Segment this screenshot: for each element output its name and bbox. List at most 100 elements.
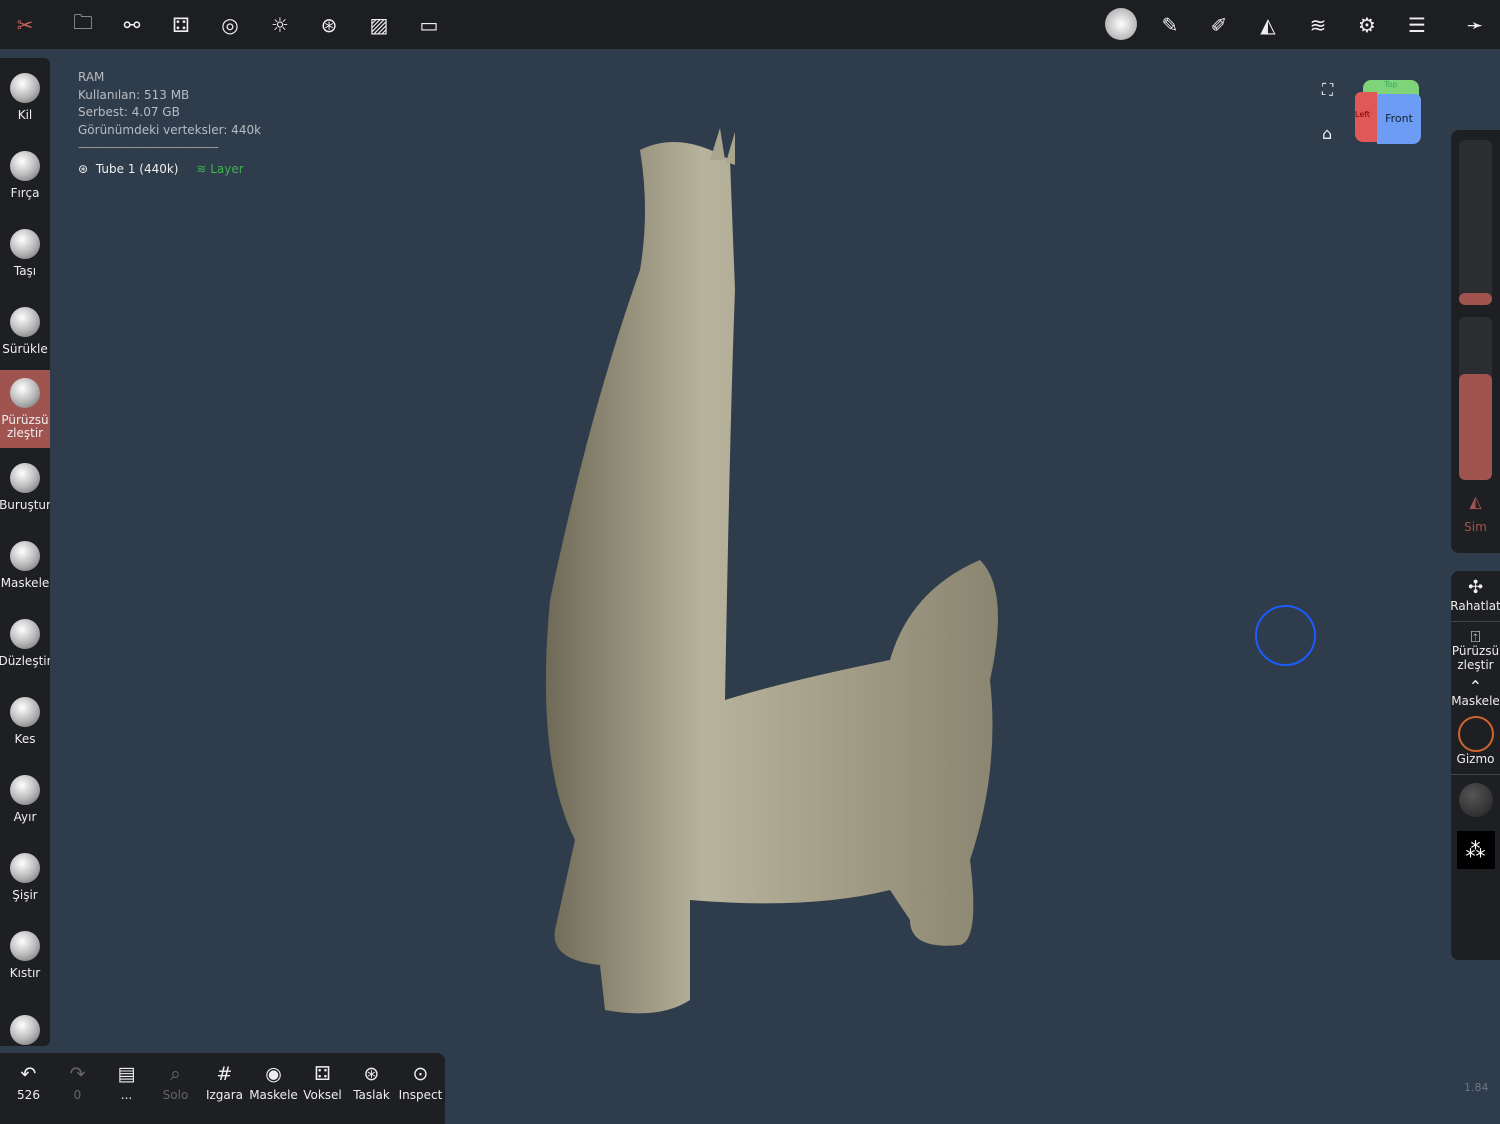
tool-label: Fırça xyxy=(10,185,40,200)
inspect-icon: ⊙ xyxy=(412,1063,429,1085)
topology-icon[interactable]: ◎ xyxy=(217,12,243,38)
object-icon: ⊛ xyxy=(78,161,89,176)
grid-button[interactable]: # Izgara xyxy=(200,1053,249,1124)
cube-front[interactable]: Front xyxy=(1377,94,1421,144)
inspect-button[interactable]: ⊙ Inspect xyxy=(396,1053,445,1124)
tool-3[interactable]: Sürükle xyxy=(0,292,50,370)
tool-5[interactable]: Buruştur xyxy=(0,448,50,526)
tool-label: Sürükle xyxy=(2,341,48,356)
tool-label: Maskele xyxy=(0,575,50,590)
sculpt-model[interactable] xyxy=(530,120,1020,1030)
brush-sliders-panel: ◭ Sim xyxy=(1451,130,1500,553)
separator: ----------------------------------------… xyxy=(78,140,219,154)
undo-button[interactable]: ↶ 526 xyxy=(4,1053,53,1124)
tool-label: Şişir xyxy=(12,887,38,902)
layer-icon: ≋ xyxy=(196,161,207,176)
paint-icon[interactable]: ✐ xyxy=(1206,12,1232,38)
mask-button[interactable]: ◉ Maskele xyxy=(249,1053,298,1124)
layer-label[interactable]: Layer xyxy=(210,162,243,176)
tool-9[interactable]: Ayır xyxy=(0,760,50,838)
tools-icon[interactable]: ✂ xyxy=(12,12,38,38)
tool-10[interactable]: Şişir xyxy=(0,838,50,916)
sketch-label: Taslak xyxy=(353,1088,390,1102)
folder-icon[interactable]: 🗀 xyxy=(70,10,96,38)
smooth-button[interactable]: ⍐ Pürüzsü zleştir xyxy=(1451,627,1500,673)
relax-button[interactable]: ✣ Rahatlat xyxy=(1450,577,1500,614)
share-icon[interactable]: ⚯ xyxy=(119,12,145,38)
sketch-button[interactable]: ⊛ Taslak xyxy=(347,1053,396,1124)
undo-icon: ↶ xyxy=(20,1063,37,1085)
stroke-icon[interactable]: ✎ xyxy=(1157,12,1183,38)
symmetry-icon[interactable]: ◭ xyxy=(1451,492,1500,511)
ram-label: RAM xyxy=(78,70,105,84)
brush-icon xyxy=(10,618,40,649)
tool-label: Taşı xyxy=(13,263,37,278)
brush-icon xyxy=(10,72,40,103)
fullscreen-icon[interactable]: ⛶ xyxy=(1322,80,1333,100)
mask-label: Maskele xyxy=(249,1088,298,1102)
voxel-button[interactable]: ⚃ Voksel xyxy=(298,1053,347,1124)
ram-free: Serbest: 4.07 GB xyxy=(78,105,180,119)
sketch-icon: ⊛ xyxy=(363,1063,380,1085)
object-name[interactable]: Tube 1 (440k) xyxy=(96,162,179,176)
tool-0[interactable]: Kil xyxy=(0,58,50,136)
symmetry-icon[interactable]: ◭ xyxy=(1255,12,1281,38)
brush-cursor xyxy=(1255,605,1316,666)
radius-slider[interactable] xyxy=(1459,140,1492,305)
view-cube[interactable]: Top Left Front xyxy=(1355,80,1421,144)
home-icon[interactable]: ⌂ xyxy=(1322,124,1332,143)
redo-icon: ↷ xyxy=(69,1063,86,1085)
redo-button[interactable]: ↷ 0 xyxy=(53,1053,102,1124)
smooth-icon: ⍐ xyxy=(1470,627,1481,646)
brush-icon xyxy=(10,696,40,727)
gizmo-button[interactable]: Gizmo xyxy=(1451,716,1500,766)
relax-icon: ✣ xyxy=(1467,577,1484,598)
brush-icon xyxy=(10,852,40,883)
eye-icon: ◉ xyxy=(265,1063,282,1085)
scene-list-button[interactable]: ▤... xyxy=(102,1053,151,1124)
light-icon[interactable]: ☼ xyxy=(267,12,293,38)
tool-2[interactable]: Taşı xyxy=(0,214,50,292)
background-image-icon[interactable]: ▨ xyxy=(366,12,392,38)
tool-7[interactable]: Düzleştir xyxy=(0,604,50,682)
brush-icon xyxy=(10,462,40,493)
scene-icon[interactable]: ⚃ xyxy=(168,12,194,38)
tool-6[interactable]: Maskele xyxy=(0,526,50,604)
quick-actions-panel: ✣ Rahatlat ⍐ Pürüzsü zleştir ⌃ Maskele Gizm… xyxy=(1450,571,1500,960)
hide-icon[interactable]: ➛ xyxy=(1462,12,1488,38)
intensity-fill xyxy=(1459,374,1492,480)
cube-left[interactable]: Left xyxy=(1355,92,1377,142)
tool-label: Kıstır xyxy=(9,965,41,980)
version-label: 1.84 xyxy=(1464,1081,1489,1094)
brush-icon xyxy=(10,378,40,408)
stats-overlay: RAM Kullanılan: 513 MB Serbest: 4.07 GB … xyxy=(78,69,261,178)
top-toolbar: ✂ 🗀 ⚯ ⚃ ◎ ☼ ⊛ ▨ ▭ ✎ ✐ ◭ ≋ ⚙ ☰ ➛ xyxy=(0,0,1500,49)
tool-4[interactable]: Pürüzsü zleştir xyxy=(0,370,50,448)
mask-quick-button[interactable]: ⌃ Maskele xyxy=(1451,679,1500,709)
tool-label: Kil xyxy=(17,107,33,122)
tool-12[interactable] xyxy=(0,994,50,1046)
tool-label: Pürüzsü zleştir xyxy=(1,413,49,440)
material-icon[interactable]: ⊛ xyxy=(316,12,342,38)
matcap-icon[interactable] xyxy=(1458,783,1493,817)
settings-icon[interactable]: ⚙ xyxy=(1354,12,1380,38)
tool-1[interactable]: Fırça xyxy=(0,136,50,214)
brush-icon xyxy=(10,774,40,805)
brush-icon xyxy=(10,306,40,337)
preferences-icon[interactable]: ☰ xyxy=(1404,12,1430,38)
alpha-icon[interactable]: ⁂ xyxy=(1456,831,1495,869)
vertex-count: Görünümdeki verteksler: 440k xyxy=(78,122,262,137)
gizmo-label: Gizmo xyxy=(1456,752,1495,766)
grid-label: Izgara xyxy=(205,1088,244,1102)
tool-label: Kes xyxy=(14,731,36,746)
brush-preview-icon[interactable] xyxy=(1105,8,1137,40)
camera-icon[interactable]: ▭ xyxy=(416,12,442,38)
tool-11[interactable]: Kıstır xyxy=(0,916,50,994)
intensity-slider[interactable] xyxy=(1459,317,1492,480)
tool-8[interactable]: Kes xyxy=(0,682,50,760)
symmetry-label[interactable]: Sim xyxy=(1451,520,1500,534)
cubes-icon: ⚃ xyxy=(314,1063,331,1085)
brush-icon xyxy=(10,228,40,259)
solo-button[interactable]: ⌕ Solo xyxy=(151,1053,200,1124)
layers-icon[interactable]: ≋ xyxy=(1305,12,1331,38)
